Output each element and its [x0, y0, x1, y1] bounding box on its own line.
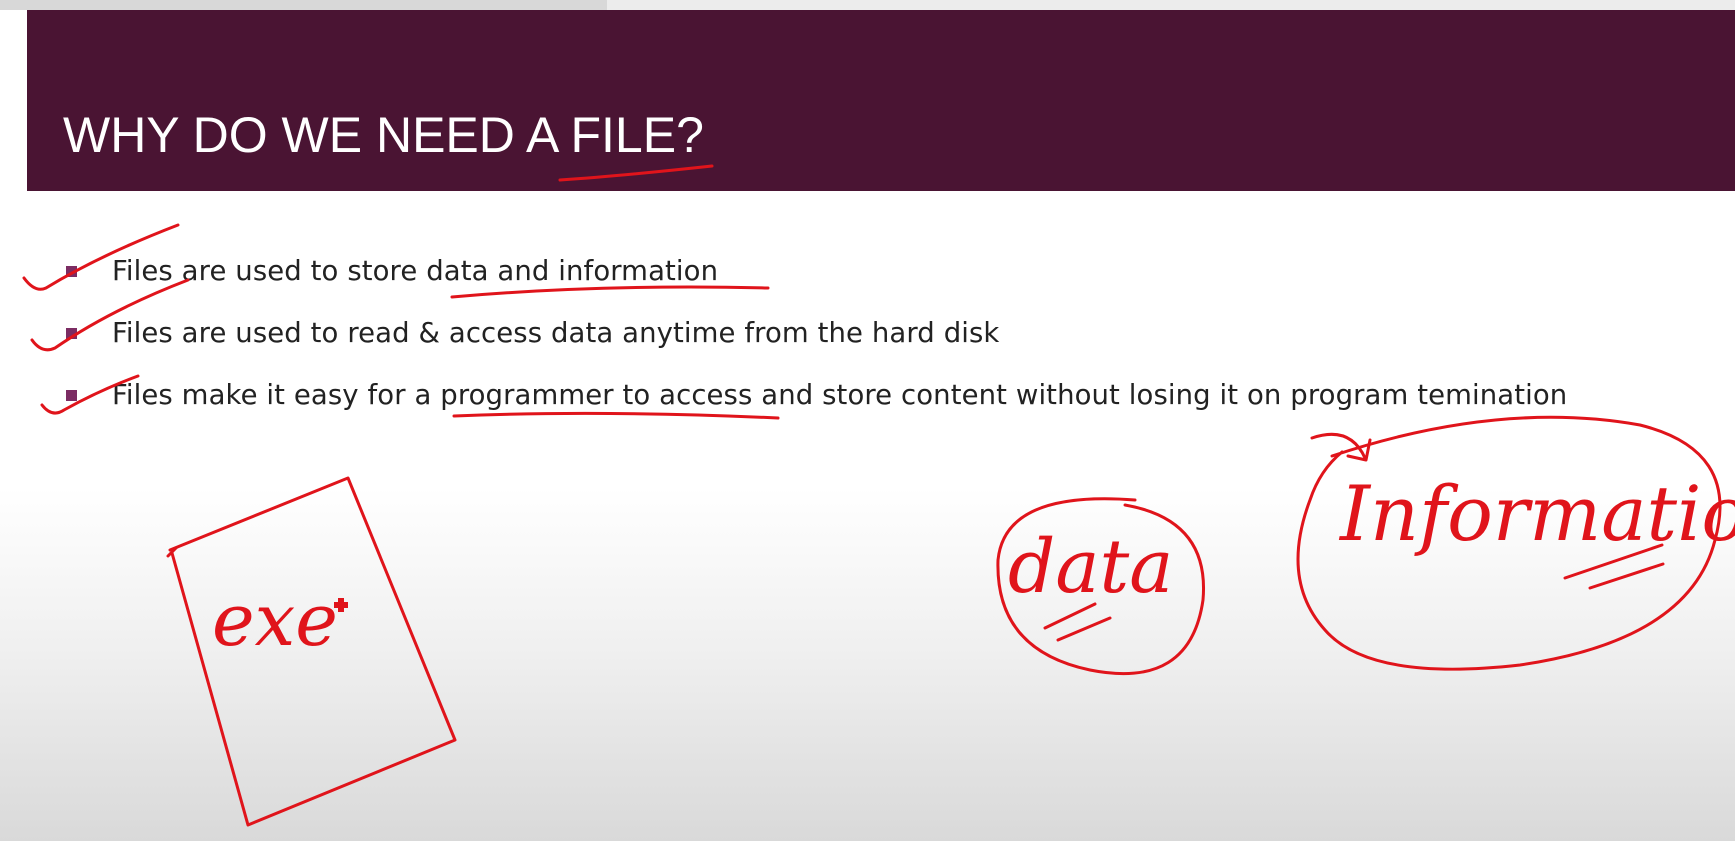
- information-underline: [1563, 543, 1664, 580]
- title-bar: [27, 10, 1735, 191]
- bullet-square-icon: [66, 327, 77, 339]
- bullet-square-icon: [66, 389, 77, 401]
- bullet-item-2: Files are used to read & access data any…: [64, 302, 1567, 364]
- data-underline: [1043, 602, 1097, 630]
- video-progress-strip[interactable]: [0, 0, 1735, 10]
- arrow-icon: [1310, 432, 1367, 460]
- video-progress-fill: [0, 0, 608, 10]
- bullet-item-1: Files are used to store data and informa…: [64, 240, 1567, 302]
- file-sketch: [168, 476, 457, 827]
- bullet-text: Files make it easy for a programmer to a…: [112, 379, 1568, 411]
- information-circle: [1296, 415, 1722, 671]
- data-circle: [996, 497, 1206, 676]
- bullet-item-3: Files make it easy for a programmer to a…: [64, 364, 1567, 426]
- bullet-list: Files are used to store data and informa…: [64, 240, 1567, 426]
- file-label: exe: [212, 578, 338, 662]
- bullet-text: Files are used to read & access data any…: [112, 317, 1000, 349]
- information-label: Information: [1338, 469, 1735, 558]
- bullet-square-icon: [66, 265, 77, 277]
- slide-title: WHY DO WE NEED A FILE?: [63, 107, 704, 163]
- bullet-text: Files are used to store data and informa…: [112, 255, 719, 287]
- pen-cursor-icon: [334, 598, 348, 612]
- data-label: data: [1008, 524, 1173, 610]
